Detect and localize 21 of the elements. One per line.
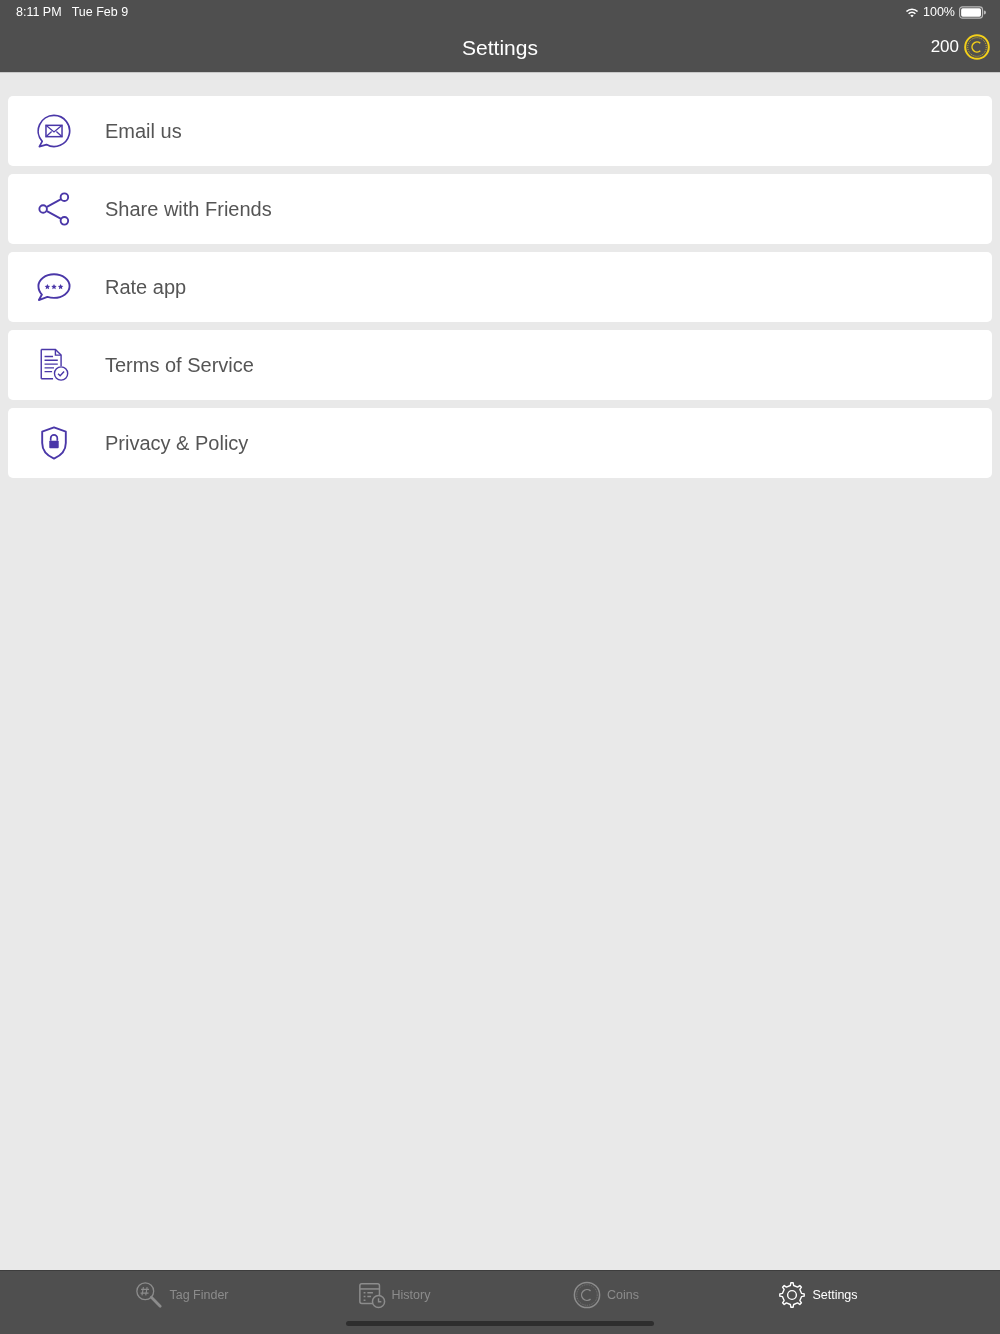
coin-balance: 200 [930,36,959,58]
status-time: 8:11 PM [16,4,62,20]
tab-item[interactable]: Settings [778,1281,858,1309]
settings-row[interactable]: Privacy & Policy [8,408,992,478]
settings-row[interactable]: Email us [8,96,992,166]
hashtag-magnifier-icon [135,1281,164,1309]
star-speech-bubble-icon [37,270,71,304]
page-title: Settings [462,35,538,61]
battery-percentage: 100% [923,4,955,20]
share-icon [37,192,71,226]
calendar-clock-icon [357,1281,386,1309]
envelope-bubble-icon [37,114,71,148]
coin-icon [573,1281,601,1309]
settings-row[interactable]: Rate app [8,252,992,322]
coin-icon[interactable] [964,34,990,60]
battery-icon [959,5,986,19]
status-date: Tue Feb 9 [71,4,129,20]
settings-row[interactable]: Share with Friends [8,174,992,244]
settings-row[interactable]: Terms of Service [8,330,992,400]
wifi-icon [905,6,919,18]
settings-icon [778,1281,807,1309]
